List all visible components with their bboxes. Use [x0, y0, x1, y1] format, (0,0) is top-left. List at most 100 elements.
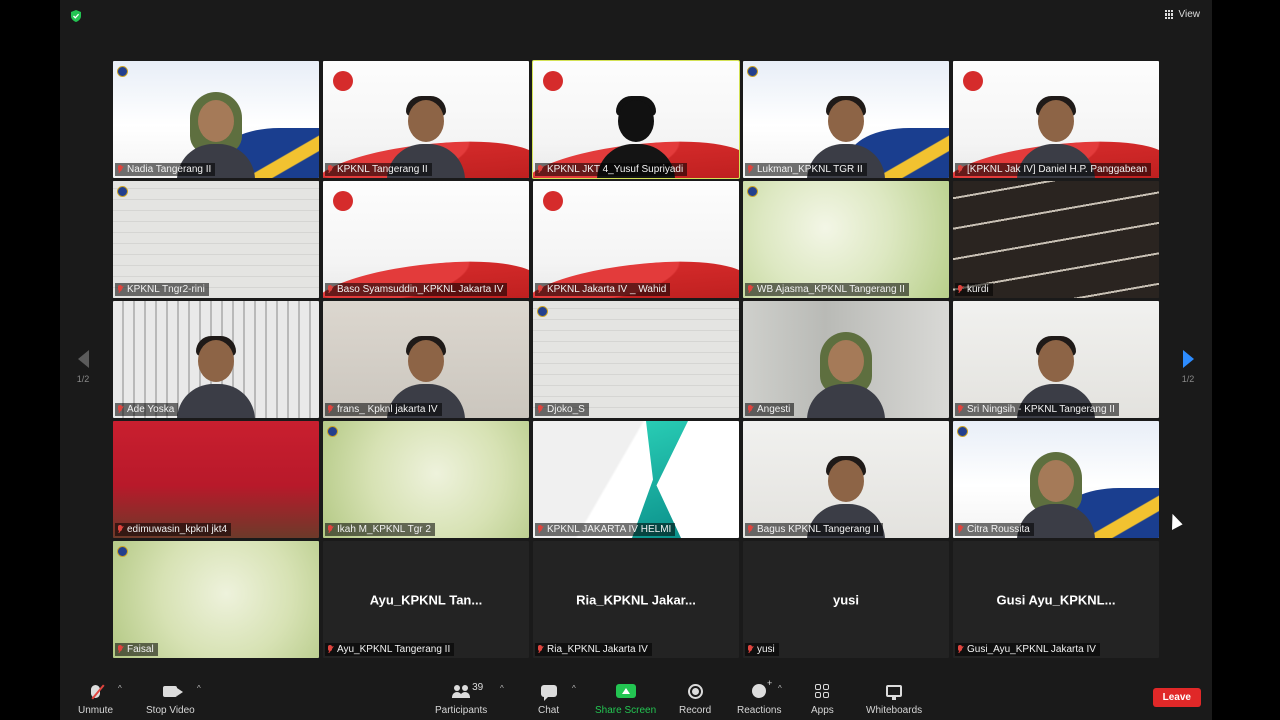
- participant-name: [KPKNL Jak IV] Daniel H.P. Panggabean: [967, 164, 1148, 175]
- participant-tile[interactable]: Ayu_KPKNL Tan... Ayu_KPKNL Tangerang II: [323, 541, 529, 658]
- participant-tile[interactable]: KPKNL Jakarta IV _ Wahid: [533, 181, 739, 298]
- participant-name: Gusi_Ayu_KPKNL Jakarta IV: [967, 644, 1096, 655]
- record-button[interactable]: Record: [679, 682, 711, 716]
- chat-options-caret[interactable]: ^: [572, 684, 576, 693]
- share-screen-button[interactable]: Share Screen: [595, 682, 656, 716]
- participant-name-label: KPKNL Tangerang II: [325, 163, 432, 176]
- participant-tile[interactable]: Gusi Ayu_KPKNL... Gusi_Ayu_KPKNL Jakarta …: [953, 541, 1159, 658]
- virtual-background: [533, 301, 739, 418]
- muted-microphone-icon: [327, 165, 334, 174]
- apps-icon: [815, 684, 830, 698]
- top-bar: View: [60, 0, 1212, 32]
- participant-name-label: kurdi: [955, 283, 993, 296]
- ministry-emblem-icon: [747, 186, 758, 197]
- participant-tile[interactable]: frans_ Kpknl jakarta IV: [323, 301, 529, 418]
- chat-button[interactable]: Chat: [538, 682, 559, 716]
- participant-tile[interactable]: Faisal: [113, 541, 319, 658]
- participant-name: Ade Yoska: [127, 404, 175, 415]
- participant-name-label: frans_ Kpknl jakarta IV: [325, 403, 442, 416]
- apps-button[interactable]: Apps: [811, 682, 834, 716]
- participants-options-caret[interactable]: ^: [500, 684, 504, 693]
- record-label: Record: [679, 705, 712, 716]
- chat-bubble-icon: [540, 685, 557, 701]
- reactions-button[interactable]: Reactions: [737, 678, 782, 716]
- video-options-caret[interactable]: ^: [197, 684, 201, 693]
- participant-name-label: Citra Roussita: [955, 523, 1034, 536]
- muted-microphone-icon: [747, 405, 754, 414]
- muted-microphone-icon: [957, 285, 964, 294]
- participant-name-label: [KPKNL Jak IV] Daniel H.P. Panggabean: [955, 163, 1152, 176]
- muted-microphone-icon: [957, 165, 964, 174]
- muted-microphone-icon: [537, 165, 544, 174]
- participant-name-label: Sri Ningsih - KPKNL Tangerang II: [955, 403, 1119, 416]
- page-indicator-left: 1/2: [76, 374, 90, 384]
- participant-name-label: KPKNL JAKARTA IV HELMI: [535, 523, 676, 536]
- participant-tile[interactable]: Ria_KPKNL Jakar... Ria_KPKNL Jakarta IV: [533, 541, 739, 658]
- participant-tile[interactable]: Lukman_KPKNL TGR II: [743, 61, 949, 178]
- encryption-shield-icon[interactable]: [70, 10, 82, 22]
- participant-tile[interactable]: Ade Yoska: [113, 301, 319, 418]
- participant-name-label: KPKNL Tngr2-rini: [115, 283, 209, 296]
- participant-tile[interactable]: kurdi: [953, 181, 1159, 298]
- participant-tile[interactable]: KPKNL Tangerang II: [323, 61, 529, 178]
- whiteboards-button[interactable]: Whiteboards: [866, 682, 922, 716]
- participant-tile[interactable]: Angesti: [743, 301, 949, 418]
- muted-microphone-icon: [537, 405, 544, 414]
- participant-tile[interactable]: Djoko_S: [533, 301, 739, 418]
- participant-tile[interactable]: Ikah M_KPKNL Tgr 2: [323, 421, 529, 538]
- grid-view-icon: [1164, 10, 1174, 19]
- previous-page-button[interactable]: 1/2: [73, 350, 93, 384]
- reactions-options-caret[interactable]: ^: [778, 684, 782, 693]
- asean-logo-icon: [543, 71, 575, 93]
- ministry-emblem-icon: [957, 426, 968, 437]
- muted-microphone-icon: [537, 285, 544, 294]
- participant-name-label: Nadia Tangerang II: [115, 163, 216, 176]
- participant-name-label: Baso Syamsuddin_KPKNL Jakarta IV: [325, 283, 508, 296]
- unmute-button[interactable]: Unmute: [78, 682, 113, 716]
- reactions-label: Reactions: [737, 705, 782, 716]
- stop-video-button[interactable]: Stop Video: [146, 682, 195, 716]
- audio-options-caret[interactable]: ^: [118, 684, 122, 693]
- participant-name: Ayu_KPKNL Tangerang II: [337, 644, 451, 655]
- participant-tile[interactable]: Nadia Tangerang II: [113, 61, 319, 178]
- ministry-emblem-icon: [537, 306, 548, 317]
- arrow-left-icon: [77, 350, 89, 368]
- participant-name: KPKNL Jakarta IV _ Wahid: [547, 284, 667, 295]
- participant-tile[interactable]: edimuwasin_kpknl jkt4: [113, 421, 319, 538]
- participant-name-label: Ayu_KPKNL Tangerang II: [325, 643, 455, 656]
- participant-name: Baso Syamsuddin_KPKNL Jakarta IV: [337, 284, 504, 295]
- view-button[interactable]: View: [1164, 9, 1200, 20]
- muted-microphone-icon: [957, 525, 964, 534]
- participant-name: KPKNL JKT 4_Yusuf Supriyadi: [547, 164, 684, 175]
- muted-microphone-icon: [747, 645, 754, 654]
- meeting-toolbar: Unmute ^ Stop Video ^ 39 Participants ^ …: [60, 672, 1212, 720]
- participant-tile[interactable]: Sri Ningsih - KPKNL Tangerang II: [953, 301, 1159, 418]
- participant-name: edimuwasin_kpknl jkt4: [127, 524, 228, 535]
- participant-tile[interactable]: Bagus KPKNL Tangerang II: [743, 421, 949, 538]
- participant-tile[interactable]: KPKNL Tngr2-rini: [113, 181, 319, 298]
- muted-microphone-icon: [327, 645, 334, 654]
- participant-name: Ria_KPKNL Jakarta IV: [547, 644, 648, 655]
- next-page-button[interactable]: 1/2: [1178, 350, 1198, 384]
- asean-logo-icon: [333, 191, 365, 213]
- muted-microphone-icon: [117, 165, 124, 174]
- participant-tile[interactable]: Citra Roussita: [953, 421, 1159, 538]
- leave-button[interactable]: Leave: [1152, 688, 1201, 707]
- muted-microphone-icon: [537, 645, 544, 654]
- participant-tile[interactable]: Baso Syamsuddin_KPKNL Jakarta IV: [323, 181, 529, 298]
- muted-microphone-icon: [747, 165, 754, 174]
- participant-name-label: Ade Yoska: [115, 403, 179, 416]
- participants-label: Participants: [435, 705, 488, 716]
- participants-button[interactable]: 39 Participants: [435, 682, 488, 717]
- virtual-background: [743, 181, 949, 298]
- muted-microphone-icon: [117, 645, 124, 654]
- asean-logo-icon: [543, 191, 575, 213]
- participant-name: Citra Roussita: [967, 524, 1030, 535]
- participant-tile[interactable]: [KPKNL Jak IV] Daniel H.P. Panggabean: [953, 61, 1159, 178]
- participant-tile[interactable]: yusi yusi: [743, 541, 949, 658]
- participant-tile[interactable]: WB Ajasma_KPKNL Tangerang II: [743, 181, 949, 298]
- participant-tile[interactable]: KPKNL JAKARTA IV HELMI: [533, 421, 739, 538]
- participant-tile[interactable]: KPKNL JKT 4_Yusuf Supriyadi: [532, 60, 740, 179]
- reactions-smiley-icon: [752, 678, 772, 698]
- muted-microphone-icon: [747, 285, 754, 294]
